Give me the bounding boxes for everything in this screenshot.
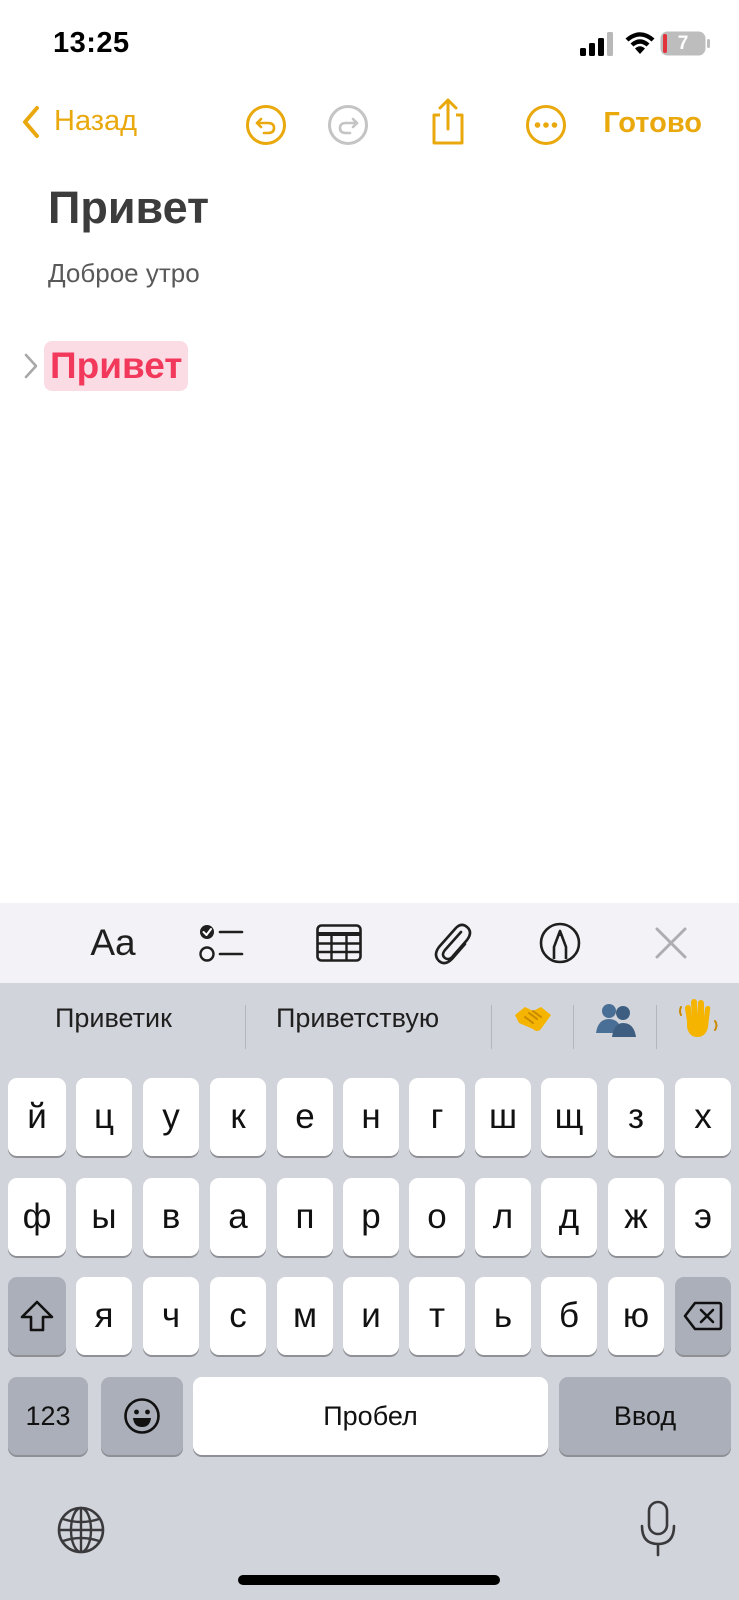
return-key[interactable]: Ввод bbox=[559, 1377, 731, 1455]
key[interactable]: т bbox=[409, 1277, 465, 1355]
back-label: Назад bbox=[54, 105, 138, 137]
suggestion-divider bbox=[656, 1005, 657, 1049]
waving-hand-emoji-icon[interactable] bbox=[677, 997, 721, 1041]
status-bar: 13:25 7 bbox=[0, 0, 739, 90]
key[interactable]: е bbox=[277, 1078, 333, 1156]
done-button[interactable]: Готово bbox=[603, 107, 702, 140]
table-button[interactable] bbox=[313, 917, 365, 969]
key[interactable]: г bbox=[409, 1078, 465, 1156]
attachment-button[interactable] bbox=[426, 917, 478, 969]
checklist-icon bbox=[199, 925, 244, 962]
collapsed-heading-text: Привет bbox=[50, 345, 183, 386]
key[interactable]: ц bbox=[76, 1078, 132, 1156]
suggestion-item[interactable]: Приветствую bbox=[276, 1003, 439, 1034]
globe-icon[interactable] bbox=[56, 1505, 106, 1555]
keyboard: Приветик Приветствую й ц у к е н г ш щ з… bbox=[0, 983, 739, 1600]
key[interactable]: п bbox=[277, 1178, 333, 1256]
key[interactable]: о bbox=[409, 1178, 465, 1256]
key[interactable]: ы bbox=[76, 1178, 132, 1256]
key[interactable]: ь bbox=[475, 1277, 531, 1355]
undo-icon[interactable] bbox=[244, 103, 288, 147]
microphone-icon[interactable] bbox=[638, 1500, 678, 1558]
share-icon[interactable] bbox=[426, 97, 470, 147]
key[interactable]: й bbox=[8, 1078, 66, 1156]
key[interactable]: у bbox=[143, 1078, 199, 1156]
home-indicator[interactable] bbox=[238, 1575, 500, 1585]
handshake-emoji-icon[interactable] bbox=[511, 997, 555, 1041]
key[interactable]: х bbox=[675, 1078, 731, 1156]
backspace-key[interactable] bbox=[675, 1277, 731, 1355]
suggestion-divider bbox=[245, 1005, 246, 1049]
more-icon[interactable] bbox=[524, 103, 568, 147]
chevron-left-icon bbox=[23, 105, 39, 138]
people-silhouette-emoji-icon[interactable] bbox=[594, 997, 638, 1041]
numbers-key[interactable]: 123 bbox=[8, 1377, 88, 1455]
key[interactable]: н bbox=[343, 1078, 399, 1156]
battery-level: 7 bbox=[677, 33, 689, 54]
backspace-icon bbox=[683, 1301, 723, 1331]
key[interactable]: ш bbox=[475, 1078, 531, 1156]
space-key[interactable]: Пробел bbox=[193, 1377, 548, 1455]
close-icon bbox=[655, 927, 687, 959]
nav-bar: Назад Готово bbox=[0, 95, 739, 157]
status-time: 13:25 bbox=[53, 27, 130, 59]
key[interactable]: ж bbox=[608, 1178, 664, 1256]
text-style-button[interactable]: Aa bbox=[82, 917, 144, 969]
format-toolbar: Aa bbox=[0, 903, 739, 983]
redo-icon[interactable] bbox=[326, 103, 370, 147]
key[interactable]: л bbox=[475, 1178, 531, 1256]
key[interactable]: ф bbox=[8, 1178, 66, 1256]
shift-key[interactable] bbox=[8, 1277, 66, 1355]
key[interactable]: а bbox=[210, 1178, 266, 1256]
text-style-label: Aa bbox=[90, 922, 136, 963]
back-button[interactable]: Назад bbox=[22, 105, 137, 138]
key[interactable]: д bbox=[541, 1178, 597, 1256]
emoji-face-icon bbox=[124, 1398, 160, 1434]
collapsed-heading[interactable]: Привет bbox=[44, 341, 189, 391]
key[interactable]: ю bbox=[608, 1277, 664, 1355]
markup-button[interactable] bbox=[534, 917, 586, 969]
key[interactable]: м bbox=[277, 1277, 333, 1355]
suggestion-item[interactable]: Приветик bbox=[55, 1003, 172, 1034]
suggestion-bar: Приветик Приветствую bbox=[0, 983, 739, 1057]
emoji-key[interactable] bbox=[101, 1377, 183, 1455]
note-title[interactable]: Привет bbox=[48, 182, 209, 234]
shift-icon bbox=[20, 1300, 54, 1332]
suggestion-divider bbox=[573, 1005, 574, 1049]
checklist-button[interactable] bbox=[196, 917, 248, 969]
note-subtitle[interactable]: Доброе утро bbox=[48, 258, 200, 289]
suggestion-divider bbox=[491, 1005, 492, 1049]
key[interactable]: к bbox=[210, 1078, 266, 1156]
key[interactable]: в bbox=[143, 1178, 199, 1256]
table-icon bbox=[316, 924, 362, 962]
key[interactable]: р bbox=[343, 1178, 399, 1256]
key[interactable]: б bbox=[541, 1277, 597, 1355]
cellular-signal-icon bbox=[580, 32, 613, 56]
key[interactable]: з bbox=[608, 1078, 664, 1156]
key[interactable]: я bbox=[76, 1277, 132, 1355]
key[interactable]: с bbox=[210, 1277, 266, 1355]
wifi-icon bbox=[625, 32, 655, 54]
markup-pen-icon bbox=[539, 922, 581, 964]
collapse-chevron-icon[interactable] bbox=[22, 352, 40, 380]
key[interactable]: и bbox=[343, 1277, 399, 1355]
key[interactable]: э bbox=[675, 1178, 731, 1256]
paperclip-icon bbox=[434, 923, 472, 965]
close-toolbar-button[interactable] bbox=[645, 917, 697, 969]
key[interactable]: щ bbox=[541, 1078, 597, 1156]
key[interactable]: ч bbox=[143, 1277, 199, 1355]
